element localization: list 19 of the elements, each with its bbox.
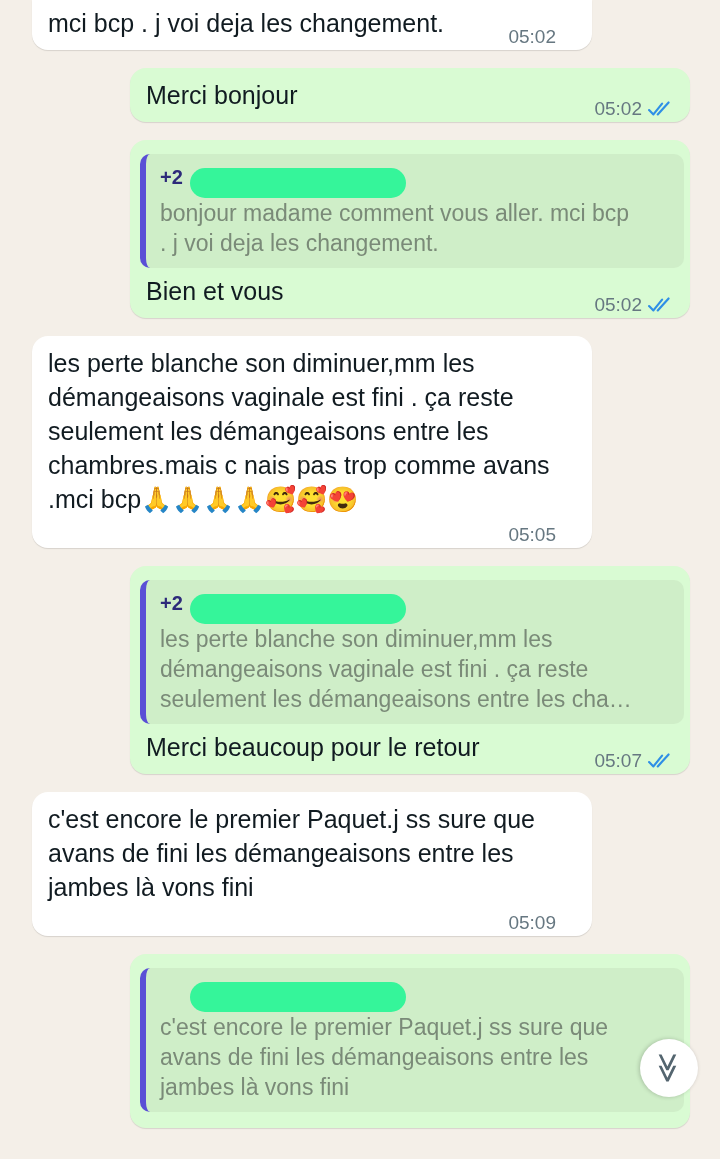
message-text: c'est encore le premier Paquet.j ss sure que avans de fini les démangeaisons entre les jambes là vons fini: [48, 804, 536, 903]
message-text: Bien et vous: [146, 276, 284, 307]
quote-text: c'est encore le premier Paquet.j ss sure que avans de fini les démangeaisons entre les jambes là vons fini: [160, 1013, 609, 1102]
quote-text: bonjour madame comment vous aller. mci bcp . j voi deja les changement.: [160, 199, 631, 258]
message-text: les perte blanche son diminuer,mm les démangeaisons vaginale est fini . ça reste seulement les démangeaisons entre les chambres.mais c nais pas trop comme avans .mci bcp🙏🙏🙏🙏🥰🥰😍: [48, 348, 551, 516]
message-time: 05:02: [594, 98, 642, 120]
quoted-message[interactable]: +2 bonjour madame comment vous aller. mci bcp . j voi deja les changement.: [140, 154, 684, 268]
message-text: Merci beaucoup pour le retour: [146, 732, 480, 763]
message-time: 05:09: [508, 912, 556, 934]
quote-sender: +2: [160, 166, 183, 188]
message-time: 05:05: [508, 524, 556, 546]
message-time: 05:02: [594, 294, 642, 316]
quote-sender: +2: [160, 592, 183, 614]
message-text: mci bcp . j voi deja les changement.: [48, 8, 445, 39]
message-time: 05:07: [594, 750, 642, 772]
quote-text: les perte blanche son diminuer,mm les démangeaisons vaginale est fini . ça reste seulement les démangeaisons entre les cha…: [160, 625, 633, 714]
quoted-message[interactable]: +2 les perte blanche son diminuer,mm les démangeaisons vaginale est fini . ça reste seulement les démangeaisons entre les cha…: [140, 580, 684, 724]
message-time: 05:02: [508, 26, 556, 48]
message-text: Merci bonjour: [146, 80, 298, 111]
